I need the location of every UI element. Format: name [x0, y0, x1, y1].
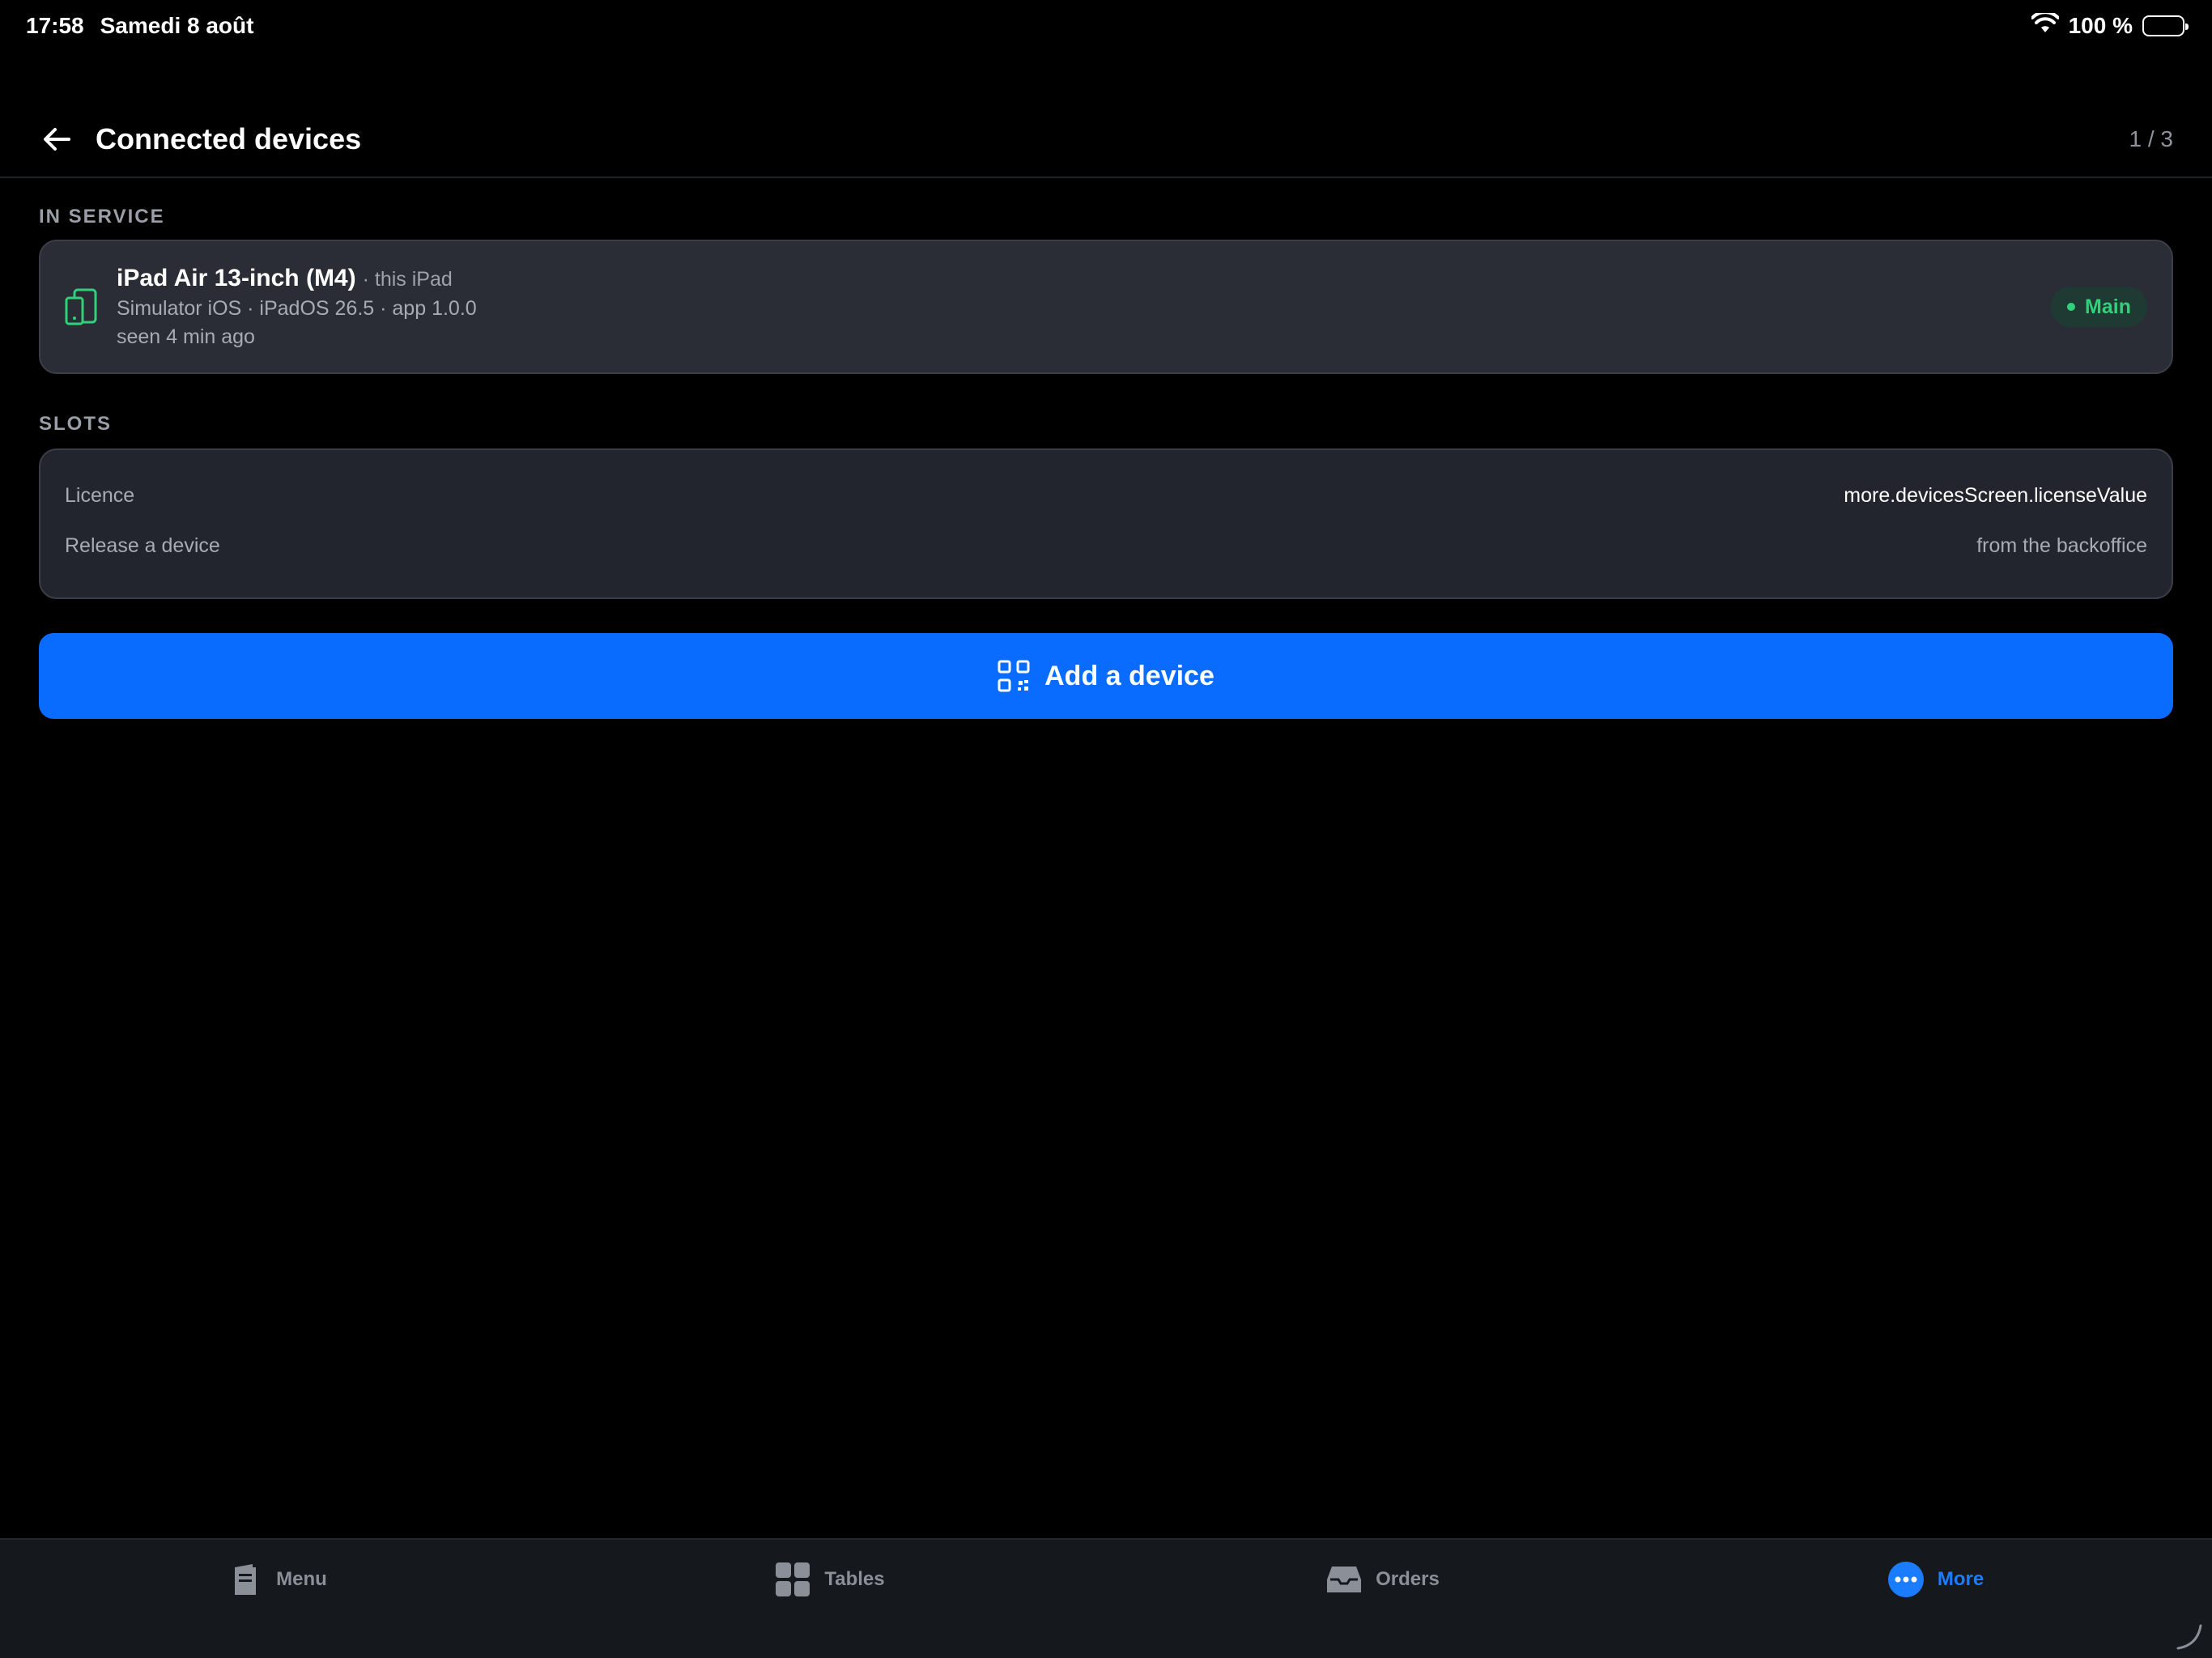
tab-label: Tables: [824, 1568, 885, 1590]
device-card[interactable]: iPad Air 13-inch (M4) · this iPad Simula…: [39, 240, 2173, 374]
slot-row-licence: Licence more.devicesScreen.licenseValue: [65, 483, 2147, 508]
slot-value: more.devicesScreen.licenseValue: [1844, 483, 2147, 507]
tab-label: More: [1937, 1568, 1984, 1590]
qr-code-icon: [998, 660, 1030, 692]
screen: 17:58 Samedi 8 août 100 % Connected devi…: [0, 0, 2212, 1658]
slot-value: from the backoffice: [1976, 534, 2147, 557]
status-left: 17:58 Samedi 8 août: [26, 13, 253, 39]
header: Connected devices 1 / 3: [0, 102, 2212, 178]
device-seen: seen 4 min ago: [117, 325, 255, 348]
grid-icon: [774, 1561, 811, 1598]
tab-orders[interactable]: Orders: [1106, 1540, 1659, 1658]
tablet-phone-icon: [65, 288, 97, 325]
more-dots-icon: [1887, 1561, 1925, 1598]
slot-row-release: Release a device from the backoffice: [65, 533, 2147, 559]
tab-menu[interactable]: Menu: [0, 1540, 553, 1658]
device-suffix: · this iPad: [362, 268, 453, 291]
battery-icon: [2142, 15, 2189, 36]
in-service-label: IN SERVICE: [39, 206, 165, 227]
add-device-label: Add a device: [1044, 660, 1214, 691]
arrow-left-icon: [44, 128, 70, 151]
battery-percent: 100 %: [2068, 13, 2133, 38]
main-badge-label: Main: [2085, 295, 2131, 318]
tab-bar: Menu Tables Orders More: [0, 1538, 2212, 1658]
device-info: iPad Air 13-inch (M4) · this iPad Simula…: [117, 265, 477, 349]
status-date: Samedi 8 août: [100, 13, 254, 38]
content: IN SERVICE iPad Air 13-inch (M4) · this …: [39, 178, 2173, 719]
page-counter: 1 / 3: [2129, 126, 2173, 151]
slot-label: Licence: [65, 483, 135, 507]
device-name: iPad Air 13-inch (M4): [117, 265, 356, 291]
slots-label: SLOTS: [39, 413, 113, 435]
tab-more[interactable]: More: [1659, 1540, 2212, 1658]
main-badge: Main: [2051, 287, 2147, 327]
device-meta: Simulator iOS · iPadOS 26.5 · app 1.0.0: [117, 297, 477, 320]
page-title: Connected devices: [96, 122, 362, 155]
back-button[interactable]: [39, 121, 74, 157]
tab-tables[interactable]: Tables: [553, 1540, 1106, 1658]
device-title-line: iPad Air 13-inch (M4) · this iPad: [117, 265, 477, 292]
tab-label: Orders: [1376, 1568, 1440, 1590]
slots-card: Licence more.devicesScreen.licenseValue …: [39, 449, 2173, 599]
inbox-icon: [1325, 1561, 1363, 1598]
menu-book-icon: [226, 1561, 263, 1598]
tab-label: Menu: [276, 1568, 327, 1590]
resize-handle-icon[interactable]: [2175, 1621, 2204, 1650]
slot-label: Release a device: [65, 534, 220, 557]
wifi-icon: [2030, 10, 2060, 40]
status-right: 100 %: [2030, 10, 2189, 40]
status-time: 17:58: [26, 13, 84, 38]
status-dot-icon: [2067, 303, 2076, 311]
add-device-button[interactable]: Add a device: [39, 633, 2173, 719]
status-bar: 17:58 Samedi 8 août 100 %: [0, 0, 2212, 52]
